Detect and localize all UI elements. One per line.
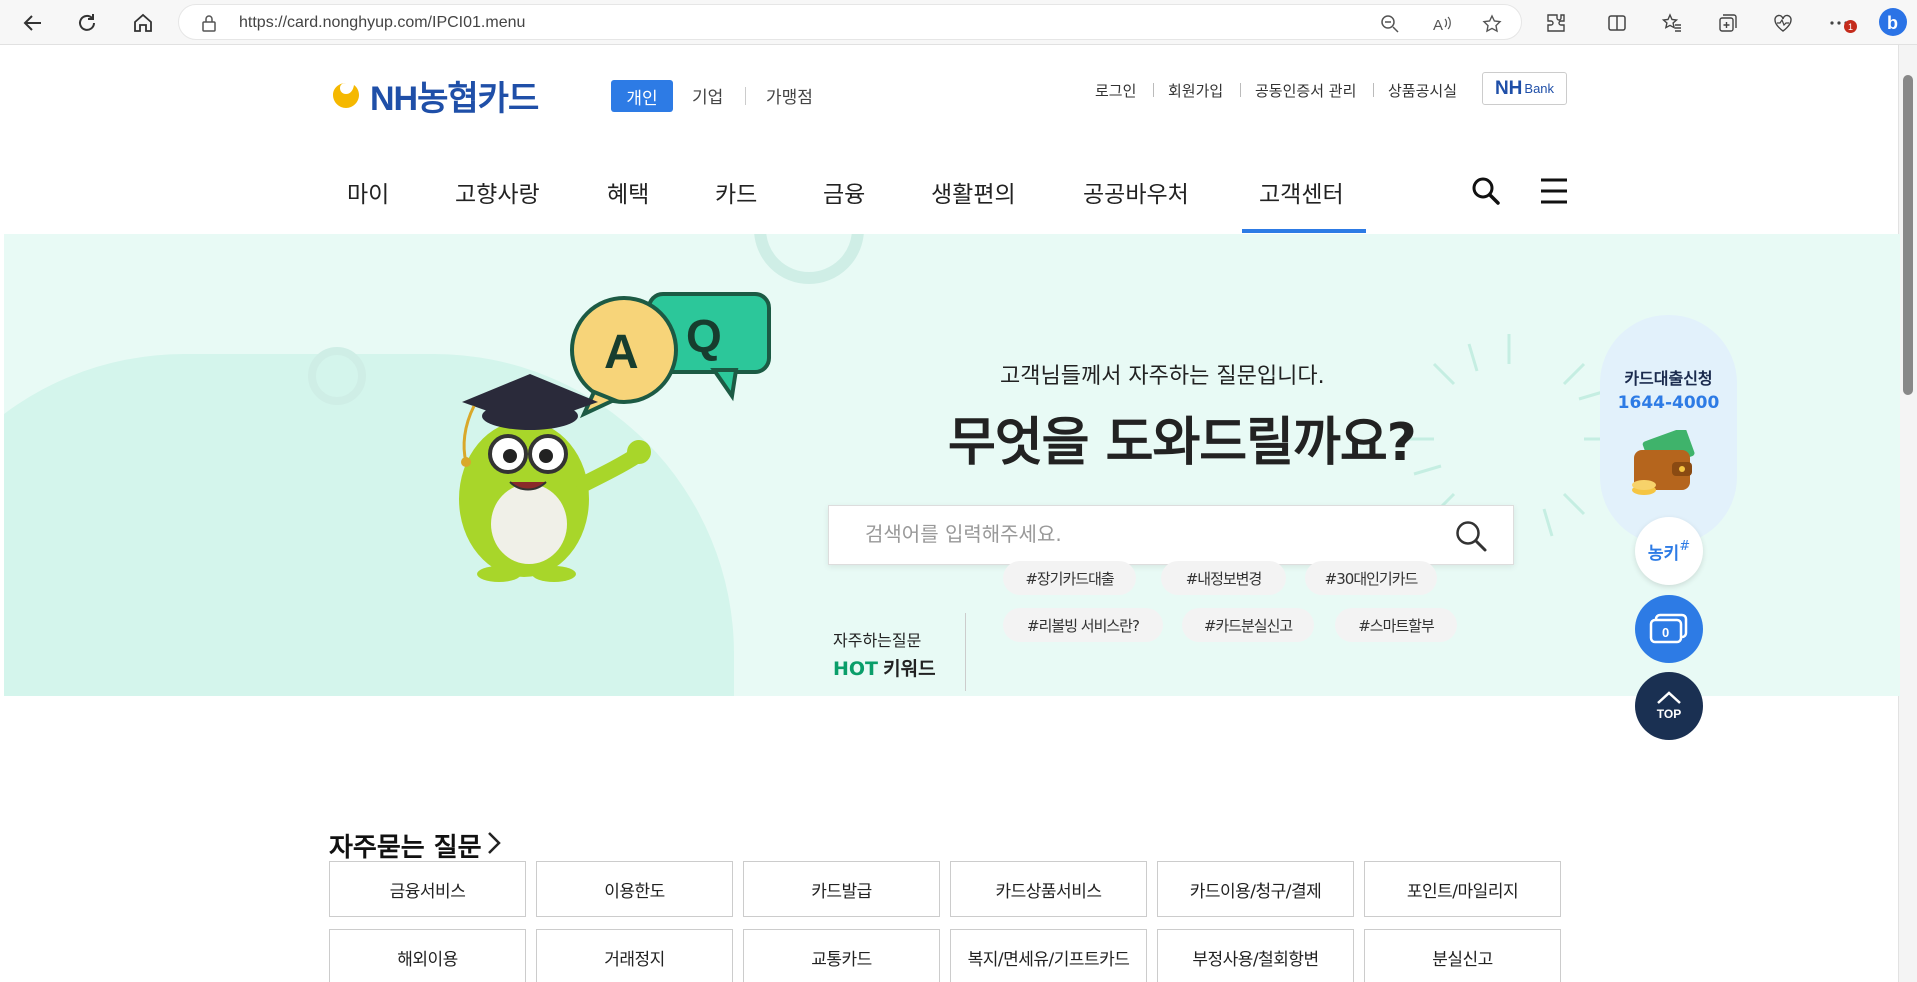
chevron-up-icon [1657, 691, 1681, 704]
card-loan-title: 카드대출신청 [1624, 369, 1713, 388]
hot-keyword-label: 자주하는질문 HOT 키워드 [833, 627, 936, 684]
signup-link[interactable]: 회원가입 [1168, 80, 1223, 101]
search-icon[interactable] [1468, 173, 1504, 209]
certificate-link[interactable]: 공동인증서 관리 [1255, 80, 1356, 101]
hot-tag[interactable]: #스마트할부 [1335, 608, 1457, 642]
gnb-life[interactable]: 생활편의 [931, 175, 1016, 209]
gnb-customer-center[interactable]: 고객센터 [1259, 175, 1344, 209]
recent-count: 0 [1662, 625, 1669, 640]
logo-text: NH농협카드 [370, 79, 539, 118]
faq-category-button[interactable]: 카드이용/청구/결제 [1157, 861, 1354, 917]
nongki-button[interactable]: 농키 # [1635, 517, 1703, 585]
hero-title: 무엇을 도와드릴까요? [948, 413, 1417, 473]
search-icon[interactable] [1453, 518, 1489, 554]
faq-category-button[interactable]: 카드발급 [743, 861, 940, 917]
split-screen-icon[interactable] [1604, 10, 1630, 36]
faq-category-button[interactable]: 이용한도 [536, 861, 733, 917]
product-disclosure-link[interactable]: 상품공시실 [1388, 80, 1457, 101]
faq-category-button[interactable]: 포인트/마일리지 [1364, 861, 1561, 917]
gnb-voucher[interactable]: 공공바우처 [1083, 175, 1189, 209]
faq-category-button[interactable]: 복지/면세유/기프트카드 [950, 929, 1147, 982]
favorites-icon[interactable] [1659, 10, 1685, 36]
faq-category-button[interactable]: 교통카드 [743, 929, 940, 982]
favorite-star-icon[interactable] [1481, 13, 1503, 35]
address-bar[interactable]: https://card.nonghyup.com/IPCI01.menu A [178, 4, 1522, 40]
back-icon[interactable] [18, 8, 48, 38]
faq-search-box[interactable] [828, 505, 1514, 565]
decor-ring [754, 234, 864, 284]
faq-category-button[interactable]: 카드상품서비스 [950, 861, 1147, 917]
hot-tag[interactable]: #30대인기카드 [1305, 561, 1437, 595]
gnb-finance[interactable]: 금융 [823, 175, 865, 209]
menu-icon[interactable] [1536, 173, 1572, 209]
copilot-icon[interactable]: b [1877, 6, 1909, 38]
home-icon[interactable] [128, 8, 158, 38]
top-button[interactable]: TOP [1635, 672, 1703, 740]
segment-merchant[interactable]: 가맹점 [766, 83, 813, 108]
hot-tag[interactable]: #내정보변경 [1161, 561, 1286, 595]
nh-bank-link[interactable]: NH Bank [1482, 72, 1567, 105]
gnb-card[interactable]: 카드 [715, 175, 757, 209]
nh-logo-icon [333, 83, 359, 108]
svg-text:A: A [1433, 17, 1443, 34]
chevron-right-icon[interactable] [486, 829, 502, 857]
bubble-q-text: Q [686, 310, 722, 362]
zoom-out-icon[interactable] [1379, 13, 1401, 35]
nh-bank-main: NH [1494, 77, 1523, 99]
hot-label-keyword: 키워드 [883, 658, 936, 680]
nongki-label: 농키 [1647, 543, 1680, 564]
hot-tag[interactable]: #카드분실신고 [1182, 608, 1314, 642]
svg-text:b: b [1887, 13, 1898, 33]
nh-bank-sub: Bank [1524, 81, 1555, 96]
top-label: TOP [1656, 707, 1682, 721]
more-options-icon[interactable]: 1 [1826, 10, 1857, 36]
faq-category-button[interactable]: 해외이용 [329, 929, 526, 982]
faq-category-button[interactable]: 분실신고 [1364, 929, 1561, 982]
hot-label-hot: HOT [833, 658, 879, 680]
gnb-hometown[interactable]: 고향사랑 [455, 175, 540, 209]
faq-mascot-illustration: Q A [459, 292, 771, 582]
segment-corporate[interactable]: 기업 [692, 83, 723, 108]
util-divider [1240, 83, 1241, 97]
hot-label-top: 자주하는질문 [833, 631, 922, 650]
collections-icon[interactable] [1715, 10, 1741, 36]
lock-icon[interactable] [201, 14, 217, 36]
health-heart-icon[interactable] [1770, 10, 1796, 36]
login-link[interactable]: 로그인 [1095, 80, 1136, 101]
nh-card-logo[interactable]: NH농협카드 [328, 75, 539, 118]
util-divider [1373, 83, 1374, 97]
segment-personal[interactable]: 개인 [611, 80, 673, 112]
browser-toolbar: https://card.nonghyup.com/IPCI01.menu A … [0, 0, 1917, 45]
page: NH농협카드 개인 기업 가맹점 로그인 회원가입 공동인증서 관리 상품공시실… [0, 45, 1917, 982]
faq-category-button[interactable]: 부정사용/철회항변 [1157, 929, 1354, 982]
decor-ring [308, 347, 366, 405]
hot-tag[interactable]: #장기카드대출 [1003, 561, 1136, 595]
url-text: https://card.nonghyup.com/IPCI01.menu [239, 14, 526, 31]
wallet-icon [1632, 430, 1695, 495]
hot-divider [965, 613, 966, 691]
card-loan-phone: 1644-4000 [1617, 393, 1720, 413]
faq-category-button[interactable]: 거래정지 [536, 929, 733, 982]
cards-stack-icon: 0 [1649, 613, 1688, 644]
recent-cards-button[interactable]: 0 [1635, 595, 1703, 663]
faq-search-input[interactable] [865, 522, 1425, 546]
hash-icon: # [1679, 538, 1691, 554]
gnb-active-indicator [1242, 229, 1366, 233]
hot-tag[interactable]: #리볼빙 서비스란? [1003, 608, 1163, 642]
refresh-icon[interactable] [72, 8, 102, 38]
faq-category-button[interactable]: 금융서비스 [329, 861, 526, 917]
hero-subtitle: 고객님들께서 자주하는 질문입니다. [1000, 364, 1325, 389]
bubble-a-text: A [604, 326, 639, 379]
read-aloud-icon[interactable]: A [1431, 13, 1453, 35]
notification-badge: 1 [1844, 20, 1857, 33]
util-divider [1153, 83, 1154, 97]
faq-section-title[interactable]: 자주묻는 질문 [329, 827, 482, 864]
segment-divider [745, 87, 746, 105]
gnb-benefits[interactable]: 혜택 [607, 175, 649, 209]
gnb-my[interactable]: 마이 [347, 175, 389, 209]
extensions-icon[interactable] [1543, 10, 1569, 36]
